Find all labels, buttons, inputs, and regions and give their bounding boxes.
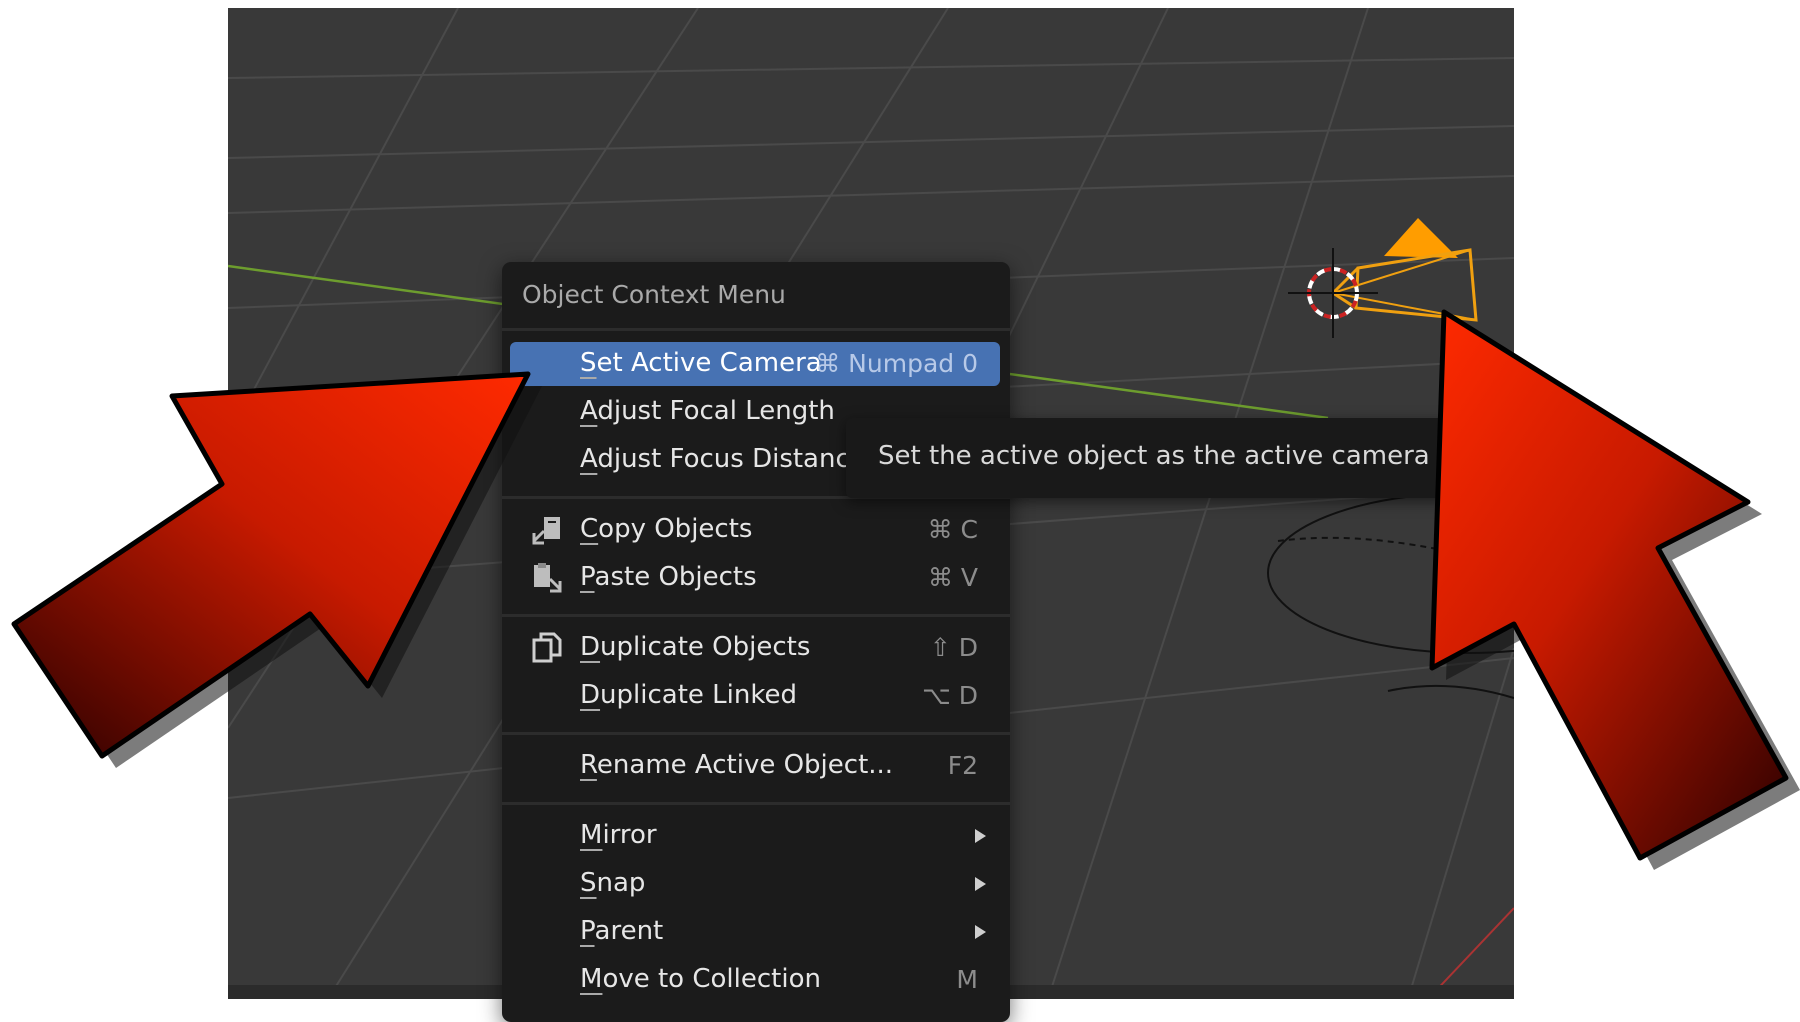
menu-separator <box>502 732 1010 735</box>
menu-item-shortcut: F2 <box>947 751 978 780</box>
menu-item-parent[interactable]: Parent <box>510 910 1000 954</box>
duplicate-icon <box>532 632 562 663</box>
submenu-arrow-icon <box>975 877 986 891</box>
3d-cursor[interactable] <box>1288 248 1378 338</box>
menu-item-shortcut: M <box>956 965 978 994</box>
menu-item-label: Set Active Camera <box>580 348 822 378</box>
menu-item-shortcut: ⌘ C <box>927 515 978 544</box>
menu-item-duplicate-objects[interactable]: Duplicate Objects ⇧ D <box>510 626 1000 670</box>
menu-item-duplicate-linked[interactable]: Duplicate Linked ⌥ D <box>510 674 1000 718</box>
submenu-arrow-icon <box>975 925 986 939</box>
menu-item-label: Mirror <box>580 820 657 850</box>
empty-object-circle <box>1267 492 1514 699</box>
object-context-menu: Object Context Menu Set Active Camera ⌘ … <box>502 262 1010 1022</box>
menu-item-shortcut: ⌘ V <box>927 563 978 592</box>
tooltip-text: Set the active object as the active came… <box>878 441 1466 471</box>
menu-item-shortcut: ⌘ Numpad 0 <box>815 349 978 378</box>
paste-objects-icon <box>534 563 562 593</box>
menu-item-rename-active-object[interactable]: Rename Active Object... F2 <box>510 744 1000 788</box>
menu-item-label: Adjust Focus Distance <box>580 444 866 474</box>
menu-item-paste-objects[interactable]: Paste Objects ⌘ V <box>510 556 1000 600</box>
menu-item-label: Copy Objects <box>580 514 753 544</box>
menu-item-label: Move to Collection <box>580 964 821 994</box>
menu-separator <box>502 802 1010 805</box>
menu-item-mirror[interactable]: Mirror <box>510 814 1000 858</box>
menu-item-shortcut: ⇧ D <box>929 633 978 662</box>
menu-item-label: Snap <box>580 868 646 898</box>
copy-objects-icon <box>532 517 560 545</box>
menu-title: Object Context Menu <box>522 280 786 309</box>
menu-item-label: Paste Objects <box>580 562 757 592</box>
menu-separator <box>502 614 1010 617</box>
menu-item-label: Rename Active Object... <box>580 750 894 780</box>
menu-item-move-to-collection[interactable]: Move to Collection M <box>510 958 1000 1002</box>
menu-item-shortcut: ⌥ D <box>921 681 978 710</box>
menu-item-snap[interactable]: Snap <box>510 862 1000 906</box>
menu-item-label: Adjust Focal Length <box>580 396 835 426</box>
menu-item-copy-objects[interactable]: Copy Objects ⌘ C <box>510 508 1000 552</box>
menu-item-label: Duplicate Objects <box>580 632 811 662</box>
menu-item-label: Parent <box>580 916 664 946</box>
tooltip: Set the active object as the active came… <box>846 418 1466 498</box>
submenu-arrow-icon <box>975 829 986 843</box>
menu-item-label: Duplicate Linked <box>580 680 797 710</box>
menu-separator <box>502 328 1010 331</box>
menu-item-set-active-camera[interactable]: Set Active Camera ⌘ Numpad 0 <box>510 342 1000 386</box>
